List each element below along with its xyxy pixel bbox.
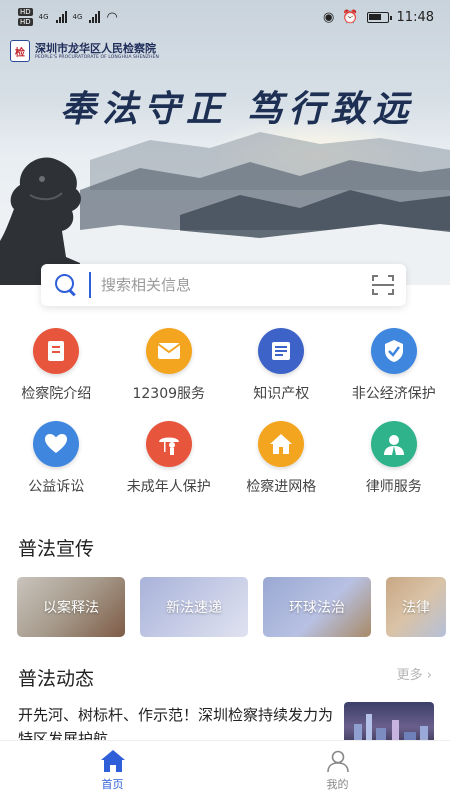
lawyer-icon xyxy=(370,421,417,467)
service-item-public-interest[interactable]: 公益诉讼 xyxy=(0,421,113,496)
service-label: 12309服务 xyxy=(132,386,206,402)
publicity-card[interactable]: 环球法治 xyxy=(263,577,371,637)
service-item-non-public-economy[interactable]: 非公经济保护 xyxy=(338,328,450,403)
user-profile-icon xyxy=(326,750,349,773)
procuratorate-logo-icon: 检 xyxy=(10,40,30,62)
service-item-ip[interactable]: 知识产权 xyxy=(225,328,338,403)
signal-strength-icon xyxy=(89,11,101,23)
procuratorate-intro-icon xyxy=(33,328,80,374)
nav-mine[interactable]: 我的 xyxy=(225,741,450,800)
search-icon[interactable] xyxy=(53,272,79,298)
document-icon xyxy=(258,328,305,374)
wifi-icon: ◠ xyxy=(106,9,118,25)
nav-mine-label: 我的 xyxy=(326,778,349,791)
organization-name: 深圳市龙华区人民检察院 xyxy=(35,41,156,55)
publicity-card[interactable]: 法律 xyxy=(386,577,446,637)
service-label: 律师服务 xyxy=(365,479,422,495)
search-divider xyxy=(89,272,91,298)
house-icon xyxy=(258,421,305,467)
eye-icon: ◉ xyxy=(323,9,335,25)
header-banner: HD HD 4G 4G ◠ ◉ ⏰ 11:48 检 深圳市龙华区人民检察院 PE… xyxy=(0,0,450,285)
hd-indicator: HD xyxy=(18,18,33,26)
nav-home[interactable]: 首页 xyxy=(0,741,225,800)
scan-icon[interactable] xyxy=(372,275,394,295)
child-umbrella-icon xyxy=(145,421,192,467)
search-bar[interactable] xyxy=(41,264,406,306)
battery-icon xyxy=(366,11,392,23)
home-icon xyxy=(100,750,125,772)
slogan-calligraphy: 奉法守正 笃行致远 xyxy=(60,88,415,130)
service-item-lawyer[interactable]: 律师服务 xyxy=(338,421,450,496)
publicity-card-label: 环球法治 xyxy=(289,600,345,616)
more-label: 更多 xyxy=(396,668,423,683)
heart-hand-icon xyxy=(33,421,80,467)
publicity-card[interactable]: 新法速递 xyxy=(140,577,248,637)
service-label: 检察院介绍 xyxy=(21,386,92,402)
hd-indicator: HD xyxy=(18,8,33,16)
chevron-right-icon: › xyxy=(426,668,432,683)
service-item-procuratorate-intro[interactable]: 检察院介绍 xyxy=(0,328,113,403)
organization-header: 检 深圳市龙华区人民检察院 PEOPLE'S PROCURATORATE OF … xyxy=(10,40,159,62)
service-label: 检察进网格 xyxy=(246,479,317,495)
network-type-label: 4G xyxy=(72,13,83,21)
signal-strength-icon xyxy=(55,11,67,23)
service-label: 知识产权 xyxy=(253,386,310,402)
publicity-card-label: 法律 xyxy=(402,600,430,616)
nav-home-label: 首页 xyxy=(101,778,124,791)
service-label: 公益诉讼 xyxy=(28,479,85,495)
alarm-icon: ⏰ xyxy=(342,9,359,25)
search-input[interactable] xyxy=(101,276,372,294)
network-type-label: 4G xyxy=(38,13,49,21)
status-bar: HD HD 4G 4G ◠ ◉ ⏰ 11:48 xyxy=(0,0,450,34)
service-label: 非公经济保护 xyxy=(351,386,436,402)
clock-time: 11:48 xyxy=(396,9,434,25)
service-grid: 检察院介绍 12309服务 知识产权 非公经济保护 公益诉讼 未成年人保护 检察… xyxy=(0,328,450,496)
section-title-publicity: 普法宣传 xyxy=(18,538,95,560)
bottom-nav: 首页 我的 xyxy=(0,740,450,800)
service-item-12309[interactable]: 12309服务 xyxy=(113,328,226,403)
envelope-icon xyxy=(145,328,192,374)
publicity-card-label: 新法速递 xyxy=(166,600,222,616)
publicity-card[interactable]: 以案释法 xyxy=(17,577,125,637)
shield-check-icon xyxy=(370,328,417,374)
publicity-card-list: 以案释法 新法速递 环球法治 法律 xyxy=(17,577,450,637)
organization-name-en: PEOPLE'S PROCURATORATE OF LONGHUA SHENZH… xyxy=(35,54,159,60)
service-item-grid[interactable]: 检察进网格 xyxy=(225,421,338,496)
publicity-card-label: 以案释法 xyxy=(43,600,99,616)
section-title-news: 普法动态 xyxy=(18,668,95,690)
service-item-minor-protection[interactable]: 未成年人保护 xyxy=(113,421,226,496)
more-link[interactable]: 更多 › xyxy=(397,664,432,683)
service-label: 未成年人保护 xyxy=(126,479,211,495)
